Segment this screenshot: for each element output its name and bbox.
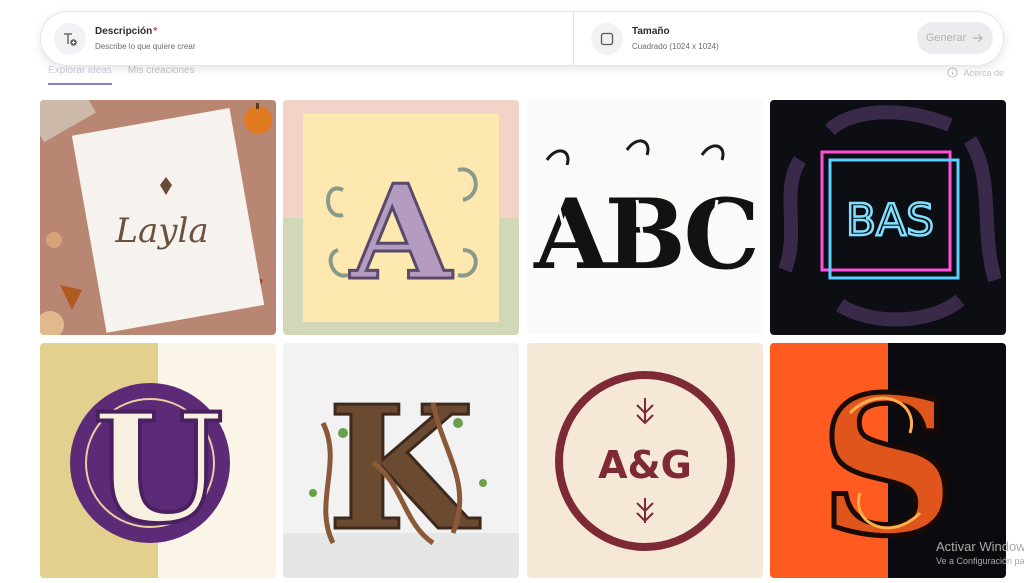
required-mark: * [153,26,158,37]
about-link[interactable]: Acerca de [947,67,1004,78]
windows-activation-watermark: Activar Windows Ve a Configuración para … [936,539,1024,566]
card-ag-monogram[interactable]: A&G [527,343,763,578]
tab-my-creations[interactable]: Mis creaciones [128,63,195,85]
description-field[interactable]: Descripción* Describe lo que quiere crea… [41,12,574,65]
square-icon [591,22,623,55]
watermark-subtitle: Ve a Configuración para activar Windows. [936,556,1024,566]
layla-text: Layla [114,211,208,251]
card-letter-u[interactable]: U [40,343,276,578]
letter-u-text: U [93,381,224,557]
letter-k-text: K [327,369,480,569]
ag-text: A&G [598,443,692,487]
watermark-title: Activar Windows [936,539,1024,554]
card-layla[interactable]: Layla [40,100,276,335]
generate-label: Generar [925,32,967,44]
prompt-bar: Descripción* Describe lo que quiere crea… [40,11,1004,66]
card-letter-a[interactable]: A [283,100,519,335]
info-icon [947,67,959,78]
about-label: Acerca de [963,67,1004,78]
card-bas-neon[interactable]: BAS [770,100,1006,335]
size-value: Cuadrado (1024 x 1024) [632,42,719,51]
tab-bar: Explorar ideas Mis creaciones [48,63,195,85]
card-abc[interactable]: ABC [527,100,763,335]
bas-text: BAS [846,195,934,246]
app-page: Descripción* Describe lo que quiere crea… [0,0,1024,583]
description-label: Descripción* [95,26,158,37]
size-label: Tamaño [632,26,670,37]
tab-explore[interactable]: Explorar ideas [48,63,112,85]
description-hint: Describe lo que quiere crear [95,42,196,51]
arrow-right-icon [973,34,984,42]
generate-button[interactable]: Generar [917,22,993,54]
letter-a-text: A [349,156,454,309]
card-letter-k[interactable]: K [283,343,519,578]
text-add-icon [54,22,86,55]
